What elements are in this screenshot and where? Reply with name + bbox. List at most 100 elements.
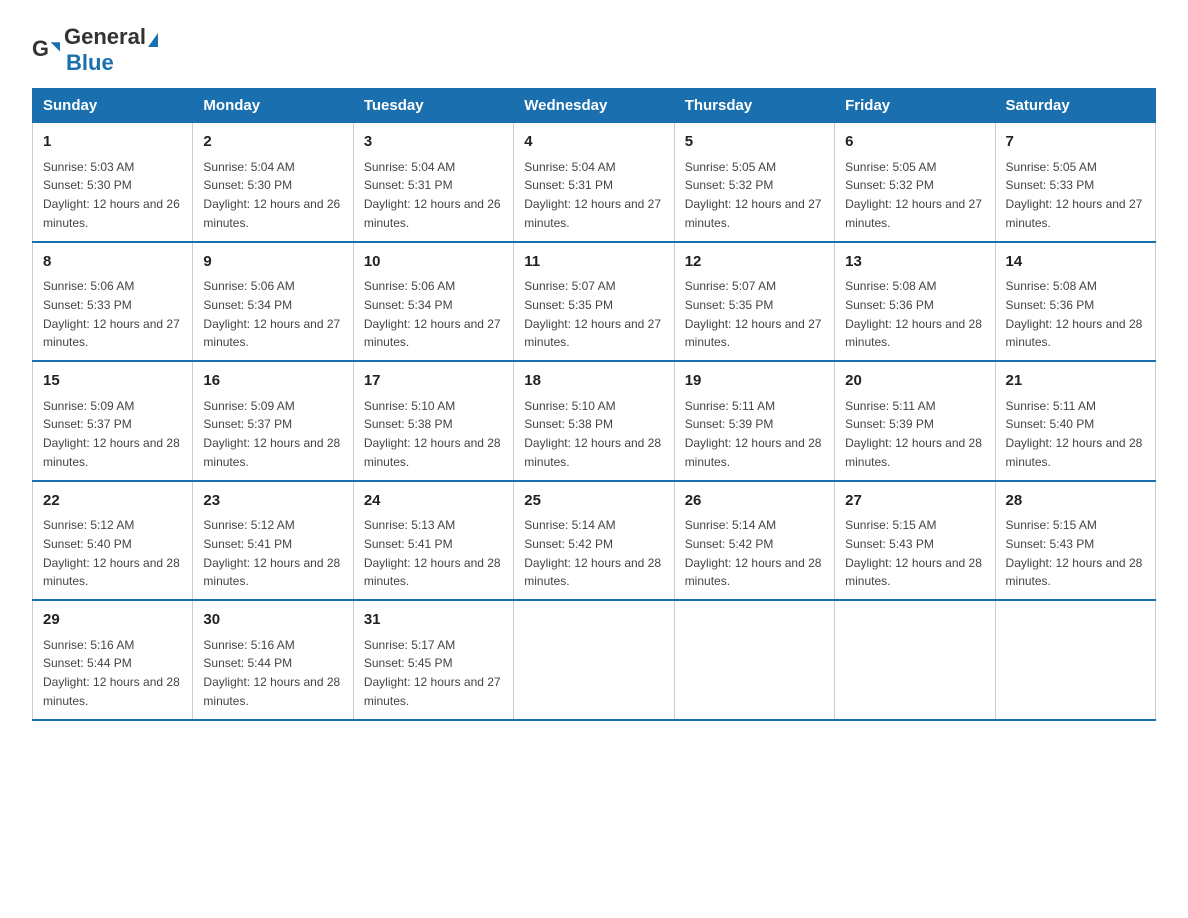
col-header-thursday: Thursday [674, 89, 834, 123]
day-sunset: Sunset: 5:35 PM [685, 298, 774, 312]
day-sunset: Sunset: 5:44 PM [43, 656, 132, 670]
day-cell: 16 Sunrise: 5:09 AM Sunset: 5:37 PM Dayl… [193, 361, 353, 481]
day-daylight: Daylight: 12 hours and 27 minutes. [524, 197, 661, 230]
day-daylight: Daylight: 12 hours and 28 minutes. [685, 556, 822, 589]
day-daylight: Daylight: 12 hours and 28 minutes. [524, 436, 661, 469]
day-daylight: Daylight: 12 hours and 28 minutes. [43, 556, 180, 589]
day-sunrise: Sunrise: 5:12 AM [43, 518, 134, 532]
day-sunset: Sunset: 5:30 PM [203, 178, 292, 192]
day-cell: 13 Sunrise: 5:08 AM Sunset: 5:36 PM Dayl… [835, 242, 995, 362]
day-daylight: Daylight: 12 hours and 27 minutes. [685, 197, 822, 230]
day-sunrise: Sunrise: 5:06 AM [364, 279, 455, 293]
logo: G General Blue [32, 24, 158, 76]
col-header-friday: Friday [835, 89, 995, 123]
day-cell: 25 Sunrise: 5:14 AM Sunset: 5:42 PM Dayl… [514, 481, 674, 601]
day-cell: 2 Sunrise: 5:04 AM Sunset: 5:30 PM Dayli… [193, 123, 353, 242]
day-number: 26 [685, 490, 824, 513]
logo-text-triangle [148, 33, 158, 47]
day-sunrise: Sunrise: 5:05 AM [845, 160, 936, 174]
day-daylight: Daylight: 12 hours and 27 minutes. [364, 675, 501, 708]
col-header-tuesday: Tuesday [353, 89, 513, 123]
day-cell: 29 Sunrise: 5:16 AM Sunset: 5:44 PM Dayl… [33, 600, 193, 720]
day-daylight: Daylight: 12 hours and 28 minutes. [1006, 317, 1143, 350]
day-daylight: Daylight: 12 hours and 28 minutes. [1006, 436, 1143, 469]
day-sunrise: Sunrise: 5:09 AM [203, 399, 294, 413]
day-sunrise: Sunrise: 5:04 AM [203, 160, 294, 174]
day-daylight: Daylight: 12 hours and 27 minutes. [364, 317, 501, 350]
day-daylight: Daylight: 12 hours and 28 minutes. [43, 675, 180, 708]
day-sunset: Sunset: 5:37 PM [43, 417, 132, 431]
day-sunrise: Sunrise: 5:08 AM [1006, 279, 1097, 293]
day-daylight: Daylight: 12 hours and 27 minutes. [43, 317, 180, 350]
day-sunrise: Sunrise: 5:12 AM [203, 518, 294, 532]
day-daylight: Daylight: 12 hours and 28 minutes. [203, 436, 340, 469]
day-sunset: Sunset: 5:40 PM [1006, 417, 1095, 431]
day-cell: 14 Sunrise: 5:08 AM Sunset: 5:36 PM Dayl… [995, 242, 1155, 362]
week-row-2: 8 Sunrise: 5:06 AM Sunset: 5:33 PM Dayli… [33, 242, 1156, 362]
day-sunset: Sunset: 5:31 PM [364, 178, 453, 192]
day-sunrise: Sunrise: 5:16 AM [43, 638, 134, 652]
day-number: 14 [1006, 251, 1145, 274]
day-sunrise: Sunrise: 5:09 AM [43, 399, 134, 413]
day-number: 21 [1006, 370, 1145, 393]
day-sunset: Sunset: 5:42 PM [524, 537, 613, 551]
day-sunrise: Sunrise: 5:15 AM [1006, 518, 1097, 532]
day-number: 31 [364, 609, 503, 632]
day-number: 6 [845, 131, 984, 154]
day-cell: 22 Sunrise: 5:12 AM Sunset: 5:40 PM Dayl… [33, 481, 193, 601]
day-cell [995, 600, 1155, 720]
day-sunset: Sunset: 5:32 PM [685, 178, 774, 192]
day-sunset: Sunset: 5:41 PM [203, 537, 292, 551]
day-number: 11 [524, 251, 663, 274]
day-sunrise: Sunrise: 5:06 AM [43, 279, 134, 293]
day-number: 29 [43, 609, 182, 632]
day-cell: 28 Sunrise: 5:15 AM Sunset: 5:43 PM Dayl… [995, 481, 1155, 601]
day-sunset: Sunset: 5:36 PM [1006, 298, 1095, 312]
day-sunset: Sunset: 5:35 PM [524, 298, 613, 312]
day-sunset: Sunset: 5:34 PM [203, 298, 292, 312]
day-sunset: Sunset: 5:38 PM [524, 417, 613, 431]
col-header-monday: Monday [193, 89, 353, 123]
day-sunrise: Sunrise: 5:03 AM [43, 160, 134, 174]
day-sunrise: Sunrise: 5:15 AM [845, 518, 936, 532]
day-sunset: Sunset: 5:40 PM [43, 537, 132, 551]
day-daylight: Daylight: 12 hours and 28 minutes. [524, 556, 661, 589]
day-sunrise: Sunrise: 5:06 AM [203, 279, 294, 293]
day-sunset: Sunset: 5:43 PM [1006, 537, 1095, 551]
day-daylight: Daylight: 12 hours and 26 minutes. [203, 197, 340, 230]
day-sunset: Sunset: 5:41 PM [364, 537, 453, 551]
day-number: 15 [43, 370, 182, 393]
day-cell: 8 Sunrise: 5:06 AM Sunset: 5:33 PM Dayli… [33, 242, 193, 362]
day-cell: 21 Sunrise: 5:11 AM Sunset: 5:40 PM Dayl… [995, 361, 1155, 481]
day-sunrise: Sunrise: 5:08 AM [845, 279, 936, 293]
day-daylight: Daylight: 12 hours and 28 minutes. [845, 556, 982, 589]
day-number: 28 [1006, 490, 1145, 513]
day-cell [835, 600, 995, 720]
col-header-saturday: Saturday [995, 89, 1155, 123]
day-sunset: Sunset: 5:38 PM [364, 417, 453, 431]
day-sunrise: Sunrise: 5:11 AM [1006, 399, 1097, 413]
day-sunset: Sunset: 5:42 PM [685, 537, 774, 551]
day-daylight: Daylight: 12 hours and 27 minutes. [524, 317, 661, 350]
day-cell: 17 Sunrise: 5:10 AM Sunset: 5:38 PM Dayl… [353, 361, 513, 481]
col-header-sunday: Sunday [33, 89, 193, 123]
day-daylight: Daylight: 12 hours and 28 minutes. [1006, 556, 1143, 589]
day-sunrise: Sunrise: 5:04 AM [364, 160, 455, 174]
day-daylight: Daylight: 12 hours and 27 minutes. [845, 197, 982, 230]
day-sunrise: Sunrise: 5:14 AM [524, 518, 615, 532]
day-daylight: Daylight: 12 hours and 28 minutes. [364, 436, 501, 469]
day-sunset: Sunset: 5:31 PM [524, 178, 613, 192]
day-number: 18 [524, 370, 663, 393]
col-header-wednesday: Wednesday [514, 89, 674, 123]
day-sunrise: Sunrise: 5:07 AM [685, 279, 776, 293]
day-daylight: Daylight: 12 hours and 28 minutes. [43, 436, 180, 469]
logo-text-blue: Blue [66, 50, 114, 75]
day-number: 30 [203, 609, 342, 632]
day-daylight: Daylight: 12 hours and 27 minutes. [685, 317, 822, 350]
day-cell: 30 Sunrise: 5:16 AM Sunset: 5:44 PM Dayl… [193, 600, 353, 720]
day-sunset: Sunset: 5:43 PM [845, 537, 934, 551]
day-sunrise: Sunrise: 5:10 AM [364, 399, 455, 413]
day-cell: 23 Sunrise: 5:12 AM Sunset: 5:41 PM Dayl… [193, 481, 353, 601]
day-daylight: Daylight: 12 hours and 26 minutes. [364, 197, 501, 230]
day-cell: 19 Sunrise: 5:11 AM Sunset: 5:39 PM Dayl… [674, 361, 834, 481]
